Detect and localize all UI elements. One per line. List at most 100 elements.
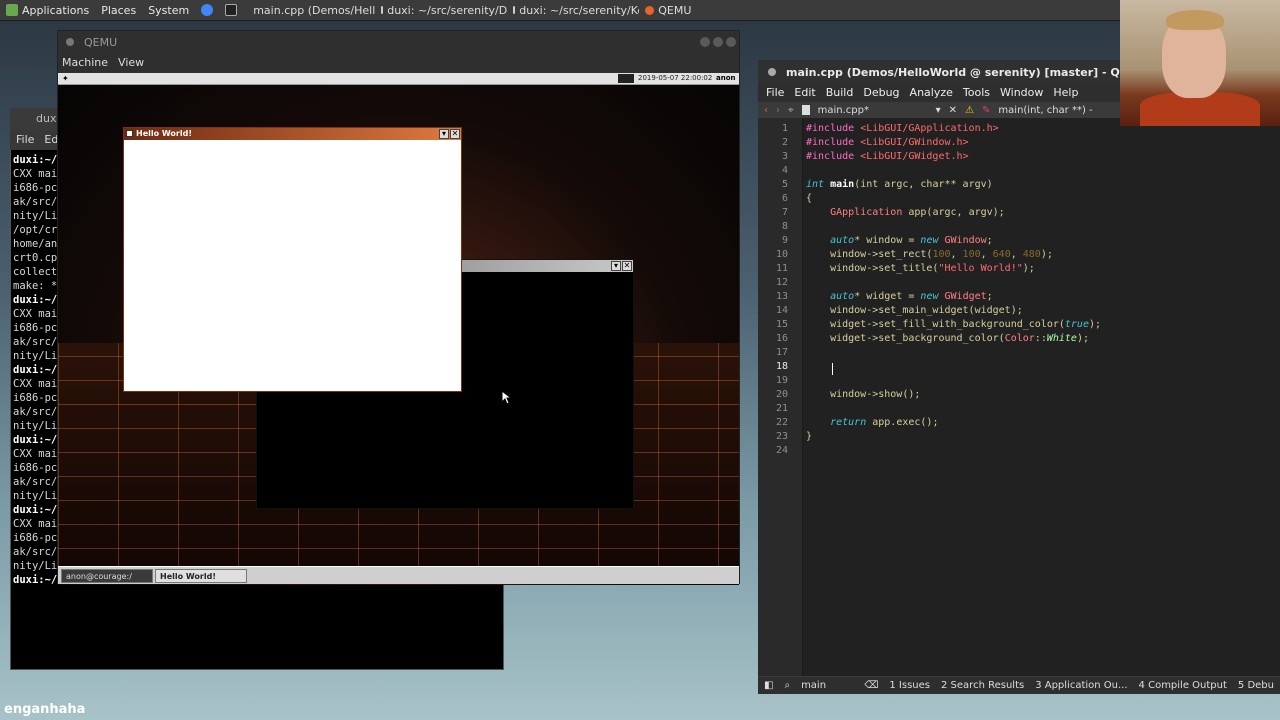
- pane-debugger[interactable]: 5 Debu: [1238, 680, 1274, 691]
- chrome-icon: [201, 4, 214, 16]
- maximize-button[interactable]: [713, 37, 723, 47]
- dropdown-icon[interactable]: ▾: [936, 105, 941, 116]
- output-pane-bar: ◧ ⌕ main ⌫ 1 Issues 2 Search Results 3 A…: [758, 676, 1280, 694]
- task-terminal-1[interactable]: duxi: ~/src/serenity/De...: [375, 4, 507, 17]
- taskbar-item-terminal[interactable]: anon@courage:/: [61, 569, 153, 583]
- code-line: #include <LibGUI/GWindow.h>: [806, 136, 1101, 150]
- line-number: 9: [781, 235, 788, 246]
- terminal-line: duxi:~/: [13, 364, 58, 376]
- pane-application-output[interactable]: 3 Application Ou...: [1035, 680, 1127, 691]
- pin-icon[interactable]: ⌖: [788, 105, 794, 116]
- code-line: return app.exec();: [806, 416, 1101, 430]
- pane-issues[interactable]: 1 Issues: [889, 680, 930, 691]
- terminal-line: make: *: [13, 280, 58, 292]
- minimize-button[interactable]: ▾: [439, 129, 449, 139]
- locator-input[interactable]: main: [801, 680, 853, 691]
- task-terminal-2[interactable]: duxi: ~/src/serenity/Ke...: [507, 4, 639, 17]
- locator-search-icon[interactable]: ⌕: [784, 680, 790, 691]
- line-number: 13: [775, 291, 788, 302]
- line-number: 21: [775, 403, 788, 414]
- code-token: new: [920, 291, 945, 302]
- minimize-button[interactable]: ▾: [611, 261, 621, 271]
- chrome-launcher[interactable]: [195, 4, 219, 16]
- code-token: 100: [962, 249, 981, 260]
- task-qtcreator[interactable]: main.cpp (Demos/Hell...: [243, 4, 375, 17]
- system-menu[interactable]: System: [142, 4, 195, 17]
- menu-tools[interactable]: Tools: [963, 86, 990, 100]
- menu-debug[interactable]: Debug: [863, 86, 899, 100]
- menu-analyze[interactable]: Analyze: [910, 86, 953, 100]
- sidebar-toggle-icon[interactable]: ◧: [764, 680, 773, 691]
- code-line: int main(int argc, char** argv): [806, 178, 1101, 192]
- code-token: (int argc, char** argv): [854, 179, 993, 190]
- minimize-button[interactable]: [700, 37, 710, 47]
- code-token: ,: [1010, 249, 1023, 260]
- hello-world-title: Hello World!: [136, 129, 192, 138]
- code-editor[interactable]: 1 2 3 4 5 6 7 8 9 10 11 12 13 14 15 16 17 18 19 20 21 22 23 24 …: [758, 118, 1280, 676]
- line-number: 23: [775, 431, 788, 442]
- hello-world-window[interactable]: Hello World! ▾ ✕: [123, 127, 462, 392]
- terminal-menu-file[interactable]: File: [16, 133, 34, 147]
- menu-build[interactable]: Build: [826, 86, 854, 100]
- code-token: "Hello World!": [938, 263, 1023, 274]
- close-document-icon[interactable]: ✕: [949, 105, 957, 116]
- code-token: ,: [950, 249, 963, 260]
- line-number: 4: [781, 165, 788, 176]
- code-token: auto: [830, 291, 855, 302]
- code-token: * widget =: [854, 291, 921, 302]
- code-token: * window =: [854, 235, 921, 246]
- code-token: ,: [980, 249, 993, 260]
- symbol-selector[interactable]: main(int, char **) -: [998, 105, 1092, 116]
- serenity-menu-icon[interactable]: ✦: [62, 74, 69, 83]
- open-file-selector[interactable]: main.cpp*: [818, 105, 928, 116]
- close-button[interactable]: ✕: [622, 261, 632, 271]
- line-number: 8: [781, 221, 788, 232]
- back-icon[interactable]: ‹: [764, 105, 768, 116]
- code-token: new: [920, 235, 945, 246]
- terminal-output: duxi:~/ CXX mai i686-pc ak/src/nity/Li/opt/…: [13, 153, 57, 587]
- menu-window[interactable]: Window: [1000, 86, 1043, 100]
- line-number: 20: [775, 389, 788, 400]
- taskbar-item-hello-world[interactable]: Hello World!: [155, 569, 247, 583]
- menu-file[interactable]: File: [766, 86, 784, 100]
- applications-menu[interactable]: Applications: [0, 4, 95, 17]
- terminal-launcher[interactable]: [219, 4, 243, 16]
- terminal-line: nity/Li: [13, 560, 58, 572]
- line-number: 3: [781, 151, 788, 162]
- code-token: GWindow: [944, 235, 987, 246]
- forward-icon[interactable]: ›: [776, 105, 780, 116]
- terminal-line: nity/Li: [13, 490, 58, 502]
- qtcreator-window[interactable]: main.cpp (Demos/HelloWorld @ serenity) […: [758, 60, 1280, 694]
- code-token: window->set_rect(: [806, 249, 933, 260]
- code-area[interactable]: #include <LibGUI/GApplication.h> #include…: [806, 122, 1101, 458]
- code-token: 480: [1022, 249, 1041, 260]
- mouse-cursor-icon: [502, 391, 512, 405]
- menu-edit[interactable]: Edit: [794, 86, 815, 100]
- task-qemu[interactable]: QEMU: [639, 4, 697, 17]
- code-token: ;: [986, 291, 993, 302]
- guest-screen[interactable]: ✦ 2019-05-07 22:00:02 anon ▾ ✕ Hello Wor…: [58, 73, 739, 585]
- guest-taskbar: anon@courage:/ Hello World!: [58, 566, 739, 584]
- qemu-window[interactable]: QEMU Machine View ✦ 2019-05-07 22:00:02 …: [57, 30, 740, 585]
- text-cursor: [832, 363, 833, 375]
- close-button[interactable]: [726, 37, 736, 47]
- pane-compile-output[interactable]: 4 Compile Output: [1139, 680, 1227, 691]
- close-button[interactable]: ✕: [450, 129, 460, 139]
- line-number-gutter: 1 2 3 4 5 6 7 8 9 10 11 12 13 14 15 16 17 18 19 20 21 22 23 24: [758, 118, 803, 676]
- code-token: 100: [932, 249, 951, 260]
- qemu-menu-machine[interactable]: Machine: [62, 56, 108, 70]
- code-line: window->show();: [806, 388, 1101, 402]
- hello-world-titlebar[interactable]: Hello World! ▾ ✕: [124, 128, 461, 140]
- qemu-menu-view[interactable]: View: [118, 56, 144, 70]
- qemu-titlebar[interactable]: QEMU: [58, 31, 739, 53]
- clear-icon[interactable]: ⌫: [864, 680, 878, 691]
- code-line: window->set_main_widget(widget);: [806, 304, 1101, 318]
- pane-search-results[interactable]: 2 Search Results: [941, 680, 1024, 691]
- qemu-menubar: Machine View: [58, 53, 739, 73]
- menu-help[interactable]: Help: [1053, 86, 1078, 100]
- close-window-icon[interactable]: [768, 68, 776, 76]
- guest-menubar: ✦ 2019-05-07 22:00:02 anon: [58, 73, 739, 85]
- places-menu[interactable]: Places: [95, 4, 142, 17]
